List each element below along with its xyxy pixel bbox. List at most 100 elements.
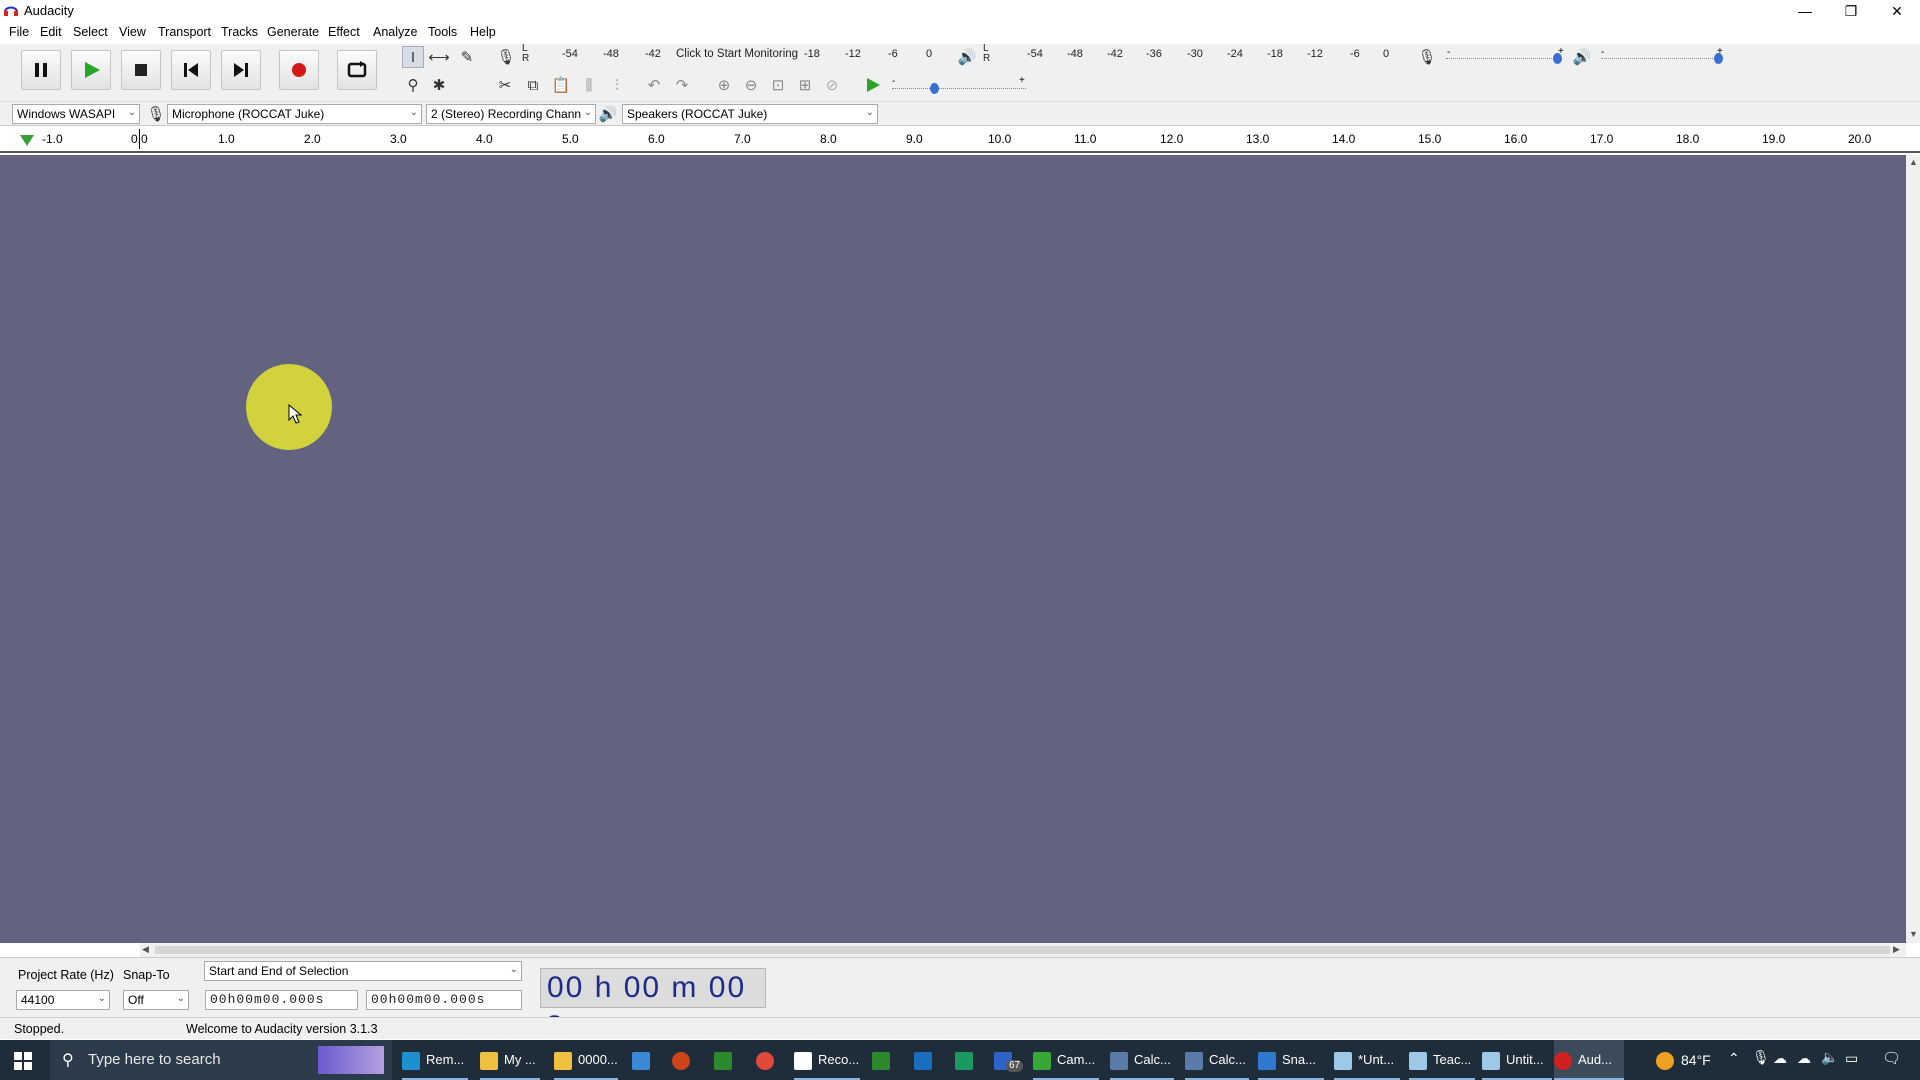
volume-icon[interactable]: 🔈 — [1821, 1049, 1838, 1066]
fit-selection-icon[interactable]: ⊡ — [767, 74, 789, 96]
play-speed-slider[interactable] — [892, 88, 1026, 89]
onedrive-icon[interactable]: ☁ — [1773, 1050, 1787, 1067]
selection-mode-select[interactable]: Start and End of Selection ⌄ — [204, 961, 522, 981]
fit-project-icon[interactable]: ⊞ — [794, 74, 816, 96]
menu-generate[interactable]: Generate — [267, 25, 319, 39]
recording-volume-icon: 🎙 — [1417, 49, 1437, 66]
recording-device-select[interactable]: Microphone (ROCCAT Juke) ⌄ — [167, 104, 422, 124]
menu-select[interactable]: Select — [73, 25, 108, 39]
horizontal-scroll-thumb[interactable] — [155, 946, 1890, 954]
recording-meter[interactable]: L R -54 -48 -42 Click to Start Monitorin… — [522, 44, 938, 66]
speaker-icon[interactable]: 🔊 — [956, 46, 978, 68]
loop-button[interactable] — [337, 50, 377, 90]
menu-view[interactable]: View — [119, 25, 146, 39]
minimize-button[interactable]: — — [1782, 0, 1828, 22]
taskbar-item-outlook[interactable] — [914, 1040, 936, 1080]
maximize-button[interactable]: ❐ — [1828, 0, 1874, 22]
menu-tracks[interactable]: Tracks — [221, 25, 258, 39]
taskbar-item-audacity[interactable]: Aud... — [1554, 1040, 1624, 1080]
taskbar-item-snagit[interactable]: Sna... — [1258, 1040, 1324, 1080]
taskbar-item-explorer[interactable]: My ... — [480, 1040, 540, 1080]
track-area[interactable] — [0, 155, 1906, 943]
recording-volume-slider[interactable] — [1446, 58, 1560, 59]
scroll-right-icon[interactable]: ▶ — [1893, 944, 1900, 955]
playback-device-select[interactable]: Speakers (ROCCAT Juke) ⌄ — [622, 104, 878, 124]
taskbar-item-explorer-2[interactable]: 0000... — [554, 1040, 618, 1080]
menu-file[interactable]: File — [9, 25, 29, 39]
playback-volume-slider[interactable] — [1601, 58, 1721, 59]
draw-tool-icon[interactable]: ✎ — [456, 46, 478, 68]
menu-edit[interactable]: Edit — [40, 25, 62, 39]
cut-icon[interactable]: ✂ — [494, 74, 516, 96]
weather-icon[interactable] — [1656, 1052, 1674, 1070]
audio-host-select[interactable]: Windows WASAPI ⌄ — [12, 104, 140, 124]
redo-icon[interactable]: ↷ — [671, 74, 693, 96]
taskbar-search-box[interactable]: ⚲ Type here to search — [50, 1040, 392, 1080]
project-rate-select[interactable]: 44100 ⌄ — [16, 990, 110, 1010]
tray-chevron-up-icon[interactable]: ⌃ — [1728, 1050, 1740, 1067]
menu-help[interactable]: Help — [470, 25, 496, 39]
timeline-options-icon[interactable] — [20, 135, 34, 147]
scroll-down-icon[interactable]: ▼ — [1909, 929, 1918, 939]
undo-icon[interactable]: ↶ — [643, 74, 665, 96]
cloud-icon[interactable]: ☁ — [1797, 1050, 1811, 1067]
multi-tool-icon[interactable]: ✱ — [428, 74, 450, 96]
taskbar-item-store[interactable] — [632, 1040, 654, 1080]
selection-tool-icon[interactable]: I — [402, 46, 424, 68]
record-button[interactable] — [279, 50, 319, 90]
trim-audio-icon[interactable]: ⫼ — [578, 74, 600, 96]
taskbar-item-app-teal[interactable] — [955, 1040, 977, 1080]
menu-analyze[interactable]: Analyze — [373, 25, 417, 39]
taskbar-item-camtasia[interactable]: Cam... — [1033, 1040, 1099, 1080]
zoom-toggle-icon[interactable]: ⊘ — [821, 74, 843, 96]
stop-button[interactable] — [121, 50, 161, 90]
scroll-up-icon[interactable]: ▲ — [1909, 157, 1918, 167]
paste-icon[interactable]: 📋 — [550, 74, 572, 96]
taskbar-item-chrome[interactable] — [756, 1040, 778, 1080]
zoom-tool-icon[interactable]: ⚲ — [402, 74, 424, 96]
ruler-tick-label: 18.0 — [1676, 132, 1700, 146]
microphone-tray-icon[interactable]: 🎙 — [1752, 1049, 1770, 1066]
zoom-in-icon[interactable]: ⊕ — [713, 74, 735, 96]
taskbar-item-app-green[interactable] — [714, 1040, 736, 1080]
taskbar-item-notepad-2[interactable]: Teac... — [1409, 1040, 1475, 1080]
taskbar-item-powerpoint[interactable] — [672, 1040, 694, 1080]
windows-start-icon[interactable] — [14, 1052, 32, 1075]
taskbar-item-app-green-2[interactable] — [872, 1040, 894, 1080]
menu-tools[interactable]: Tools — [428, 25, 457, 39]
vertical-scrollbar[interactable]: ▲ ▼ — [1906, 155, 1920, 943]
taskbar-item-notepad[interactable]: *Unt... — [1334, 1040, 1400, 1080]
envelope-tool-icon[interactable]: ⟷ — [428, 46, 450, 68]
play-at-speed-icon[interactable] — [864, 76, 882, 99]
recording-channels-select[interactable]: 2 (Stereo) Recording Chann ⌄ — [426, 104, 596, 124]
taskbar-item-calculator-2[interactable]: Calc... — [1185, 1040, 1249, 1080]
close-button[interactable]: ✕ — [1874, 0, 1920, 22]
snap-to-select[interactable]: Off ⌄ — [123, 990, 189, 1010]
notifications-icon[interactable]: 🗨 — [1882, 1049, 1901, 1067]
zoom-out-icon[interactable]: ⊖ — [740, 74, 762, 96]
taskbar-item-recorder[interactable]: Reco... — [794, 1040, 860, 1080]
skip-to-start-button[interactable] — [171, 50, 211, 90]
timeline-ruler[interactable]: -1.0 0.0 1.0 2.0 3.0 4.0 5.0 6.0 7.0 8.0… — [0, 127, 1920, 153]
display-icon[interactable]: ▭ — [1845, 1050, 1858, 1067]
playhead-marker[interactable] — [139, 129, 140, 149]
playback-device-value: Speakers (ROCCAT Juke) — [627, 107, 768, 121]
taskbar-item-notepad-3[interactable]: Untit... — [1482, 1040, 1552, 1080]
menu-transport[interactable]: Transport — [158, 25, 211, 39]
selection-end-time[interactable]: 00h00m00.000s — [366, 990, 522, 1010]
pause-button[interactable] — [21, 50, 61, 90]
taskbar-item-todo[interactable]: 67 — [994, 1040, 1024, 1080]
taskbar-item-edge[interactable]: Rem... — [402, 1040, 468, 1080]
play-speed-thumb[interactable] — [930, 83, 939, 94]
microphone-icon[interactable]: 🎙 — [495, 46, 517, 68]
menu-effect[interactable]: Effect — [328, 25, 360, 39]
scroll-left-icon[interactable]: ◀ — [142, 944, 149, 955]
selection-start-time[interactable]: 00h00m00.000s — [205, 990, 358, 1010]
taskbar-item-calculator[interactable]: Calc... — [1110, 1040, 1174, 1080]
audio-position-display[interactable]: 00 h 00 m 00 s — [540, 968, 766, 1038]
playback-meter[interactable]: L R -54 -48 -42 -36 -30 -24 -18 -12 -6 0 — [983, 44, 1393, 66]
copy-icon[interactable]: ⧉ — [522, 74, 544, 96]
silence-audio-icon[interactable]: ⫶ — [606, 74, 628, 96]
play-button[interactable] — [71, 50, 111, 90]
skip-to-end-button[interactable] — [221, 50, 261, 90]
